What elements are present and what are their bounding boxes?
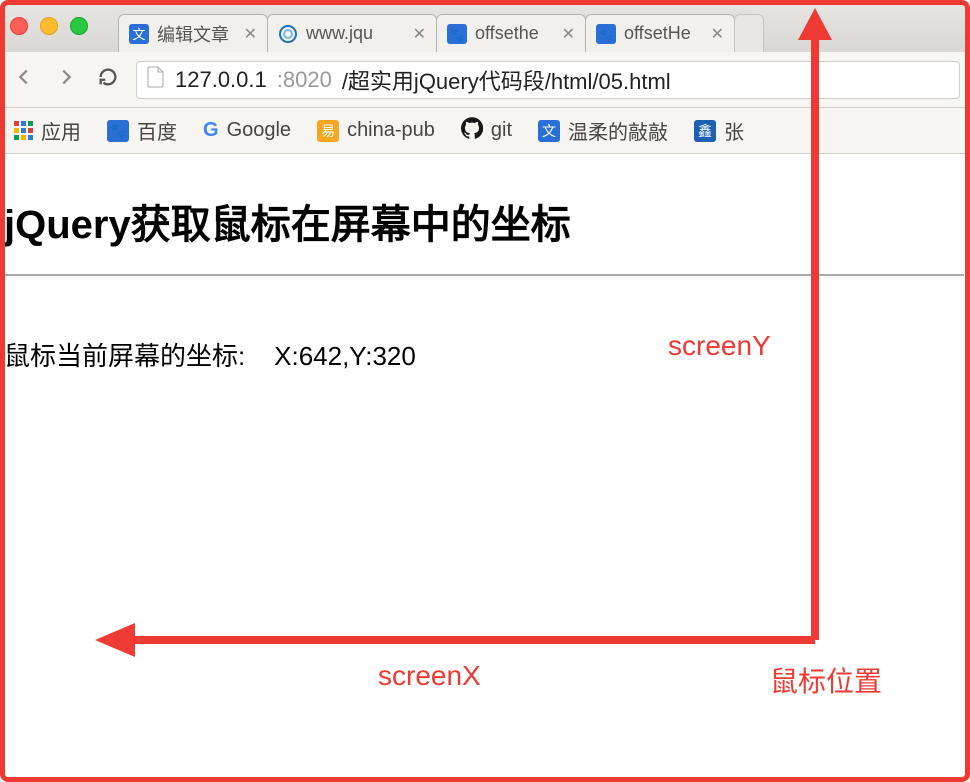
bookmark-label: Google — [227, 119, 292, 142]
svg-text:🐾: 🐾 — [599, 28, 614, 42]
blue-wiki-icon: 文 — [538, 120, 560, 142]
bookmark-label: 张 — [724, 116, 744, 145]
tab-close-icon[interactable]: ✕ — [711, 24, 724, 44]
browser-tab[interactable]: www.jqu ✕ — [267, 14, 437, 52]
bookmarks-bar: 应用 🐾 百度 G Google 易 china-pub git 文 温柔的敲敲… — [0, 108, 970, 154]
coord-readout: 鼠标当前屏幕的坐标: X:642,Y:320 — [0, 276, 970, 373]
bookmark-label: 百度 — [137, 116, 177, 145]
new-tab-button[interactable] — [734, 14, 764, 52]
tab-strip: 文 编辑文章 ✕ www.jqu ✕ 🐾 offsethe ✕ 🐾 offset… — [118, 0, 763, 52]
github-icon — [461, 117, 483, 145]
back-button[interactable] — [10, 66, 38, 93]
window-minimize-button[interactable] — [40, 17, 58, 35]
svg-text:文: 文 — [132, 27, 145, 42]
apps-shortcut[interactable]: 应用 — [14, 116, 81, 145]
tab-close-icon[interactable]: ✕ — [244, 24, 257, 44]
bookmark-item[interactable]: 文 温柔的敲敲 — [538, 116, 668, 145]
window-zoom-button[interactable] — [70, 17, 88, 35]
bookmark-item[interactable]: 🐾 百度 — [107, 116, 177, 145]
browser-tab[interactable]: 🐾 offsethe ✕ — [436, 14, 586, 52]
coord-label: 鼠标当前屏幕的坐标: — [4, 341, 245, 371]
bookmark-label: git — [491, 119, 512, 142]
bookmark-item[interactable]: 易 china-pub — [317, 119, 435, 142]
page-heading: jQuery获取鼠标在屏幕中的坐标 — [0, 174, 970, 274]
annotation-screenx: screenX — [378, 660, 481, 692]
forward-button[interactable] — [52, 66, 80, 93]
tab-label: offsethe — [475, 23, 554, 44]
svg-text:🐾: 🐾 — [450, 28, 465, 42]
bluebox-icon: 鑫 — [694, 120, 716, 142]
tab-close-icon[interactable]: ✕ — [562, 24, 575, 44]
url-port: :8020 — [277, 67, 332, 93]
reload-button[interactable] — [94, 66, 122, 93]
page-icon — [147, 66, 165, 94]
bookmark-label: 应用 — [41, 116, 81, 145]
bookmark-label: 温柔的敲敲 — [568, 116, 668, 145]
tab-close-icon[interactable]: ✕ — [413, 24, 426, 44]
tab-label: 编辑文章 — [157, 21, 236, 47]
url-host: 127.0.0.1 — [175, 67, 267, 93]
coord-value: X:642,Y:320 — [274, 341, 416, 371]
favicon-icon — [278, 24, 298, 44]
window-controls — [10, 17, 88, 35]
window-close-button[interactable] — [10, 17, 28, 35]
favicon-icon: 文 — [129, 24, 149, 44]
apps-icon — [14, 121, 33, 140]
url-path: /超实用jQuery代码段/html/05.html — [342, 64, 671, 96]
tab-label: offsetHe — [624, 23, 703, 44]
bookmark-item[interactable]: G Google — [203, 119, 291, 142]
baidu-icon: 🐾 — [107, 120, 129, 142]
bookmark-label: china-pub — [347, 119, 435, 142]
favicon-icon: 🐾 — [447, 24, 467, 44]
favicon-icon: 🐾 — [596, 24, 616, 44]
address-bar[interactable]: 127.0.0.1 :8020/超实用jQuery代码段/html/05.html — [136, 61, 960, 99]
tab-label: www.jqu — [306, 23, 405, 44]
browser-tab[interactable]: 🐾 offsetHe ✕ — [585, 14, 735, 52]
google-icon: G — [203, 119, 219, 142]
annotation-mouse-pos: 鼠标位置 — [770, 660, 882, 700]
chinapub-icon: 易 — [317, 120, 339, 142]
bookmark-item[interactable]: 鑫 张 — [694, 116, 744, 145]
window-titlebar: 文 编辑文章 ✕ www.jqu ✕ 🐾 offsethe ✕ 🐾 offset… — [0, 0, 970, 52]
browser-toolbar: 127.0.0.1 :8020/超实用jQuery代码段/html/05.html — [0, 52, 970, 108]
bookmark-item[interactable]: git — [461, 117, 512, 145]
browser-tab[interactable]: 文 编辑文章 ✕ — [118, 14, 268, 52]
annotation-screeny: screenY — [668, 330, 771, 362]
